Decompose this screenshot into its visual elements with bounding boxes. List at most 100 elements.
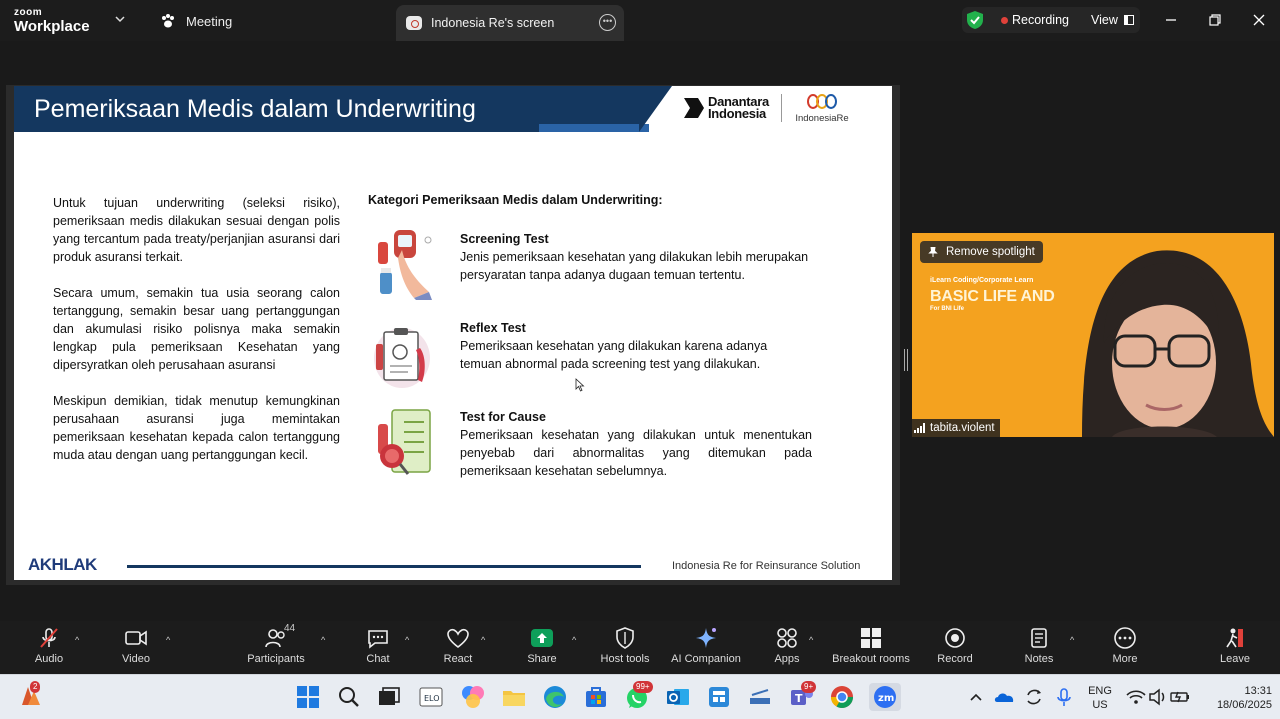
language-indicator[interactable]: ENG US [1082, 684, 1118, 712]
elo-app-icon[interactable]: ELO [417, 683, 445, 711]
share-button[interactable]: Share [502, 627, 582, 671]
video-button[interactable]: Video [96, 627, 176, 671]
notes-options-chevron-icon[interactable]: ^ [1070, 635, 1074, 645]
more-button[interactable]: More [1085, 627, 1165, 671]
video-bg-caption: For BNI Life [930, 306, 964, 312]
microphone-tray-icon[interactable] [1050, 683, 1078, 711]
apps-button[interactable]: Apps [747, 627, 827, 671]
share-options-chevron-icon[interactable]: ^ [572, 635, 576, 645]
leave-button[interactable]: Leave [1195, 627, 1275, 671]
teams-badge: 9+ [801, 681, 817, 693]
lab-analysis-icon [378, 409, 431, 475]
pin-icon [928, 247, 938, 257]
whatsapp-icon[interactable]: 99+ [623, 681, 653, 711]
apps-options-chevron-icon[interactable]: ^ [809, 635, 813, 645]
task-view-icon[interactable] [375, 683, 403, 711]
store-icon[interactable] [582, 683, 610, 711]
record-button[interactable]: Record [915, 627, 995, 671]
heart-icon [446, 627, 470, 649]
item-heading: Test for Cause [460, 410, 546, 424]
zoom-workplace-logo[interactable]: zoom Workplace [14, 8, 90, 35]
outlook-icon[interactable] [664, 683, 692, 711]
logo-left-line2: Indonesia [708, 106, 766, 121]
item-body: Pemeriksaan kesehatan yang dilakukan kar… [460, 339, 768, 371]
chat-button[interactable]: Chat [338, 627, 418, 671]
medical-report-icon [374, 328, 430, 388]
edge-browser-icon[interactable] [541, 683, 569, 711]
battery-icon[interactable] [1166, 683, 1194, 711]
remove-spotlight-button[interactable]: Remove spotlight [920, 241, 1043, 263]
file-explorer-icon[interactable] [500, 683, 528, 711]
svg-text:zm: zm [878, 693, 894, 704]
ai-companion-button[interactable]: AI Companion [666, 627, 746, 671]
intro-paragraph: Secara umum, semakin tua usia seorang ca… [53, 286, 340, 372]
notes-label: Notes [1024, 653, 1054, 665]
participants-options-chevron-icon[interactable]: ^ [321, 635, 325, 645]
recording-label[interactable]: Recording [1012, 13, 1069, 27]
more-icon [1113, 627, 1137, 649]
breakout-rooms-button[interactable]: Breakout rooms [831, 627, 911, 671]
meeting-status-bar: Recording View [962, 7, 1140, 33]
react-options-chevron-icon[interactable]: ^ [481, 635, 485, 645]
search-icon[interactable] [335, 683, 363, 711]
close-icon[interactable] [1249, 10, 1269, 30]
onedrive-icon[interactable] [991, 683, 1019, 711]
clock-date: 18/06/2025 [1216, 699, 1272, 711]
participants-icon: 44 [264, 623, 295, 649]
apps-icon [775, 627, 799, 649]
app-icon-pinned[interactable]: 2 [18, 681, 46, 711]
windows-start-icon[interactable] [294, 683, 322, 711]
minimize-icon[interactable] [1161, 10, 1181, 30]
shield-check-icon[interactable] [967, 11, 983, 29]
presentation-slide: Pemeriksaan Medis dalam Underwriting Dan… [14, 86, 892, 580]
mouse-pointer-icon [575, 378, 585, 392]
participants-count: 44 [284, 623, 296, 634]
participants-button[interactable]: 44 Participants [236, 623, 316, 671]
danantara-logo: Danantara Indonesia [684, 95, 769, 121]
panel-resize-handle[interactable] [904, 349, 908, 371]
intro-text: Untuk tujuan underwriting (seleksi risik… [53, 194, 340, 482]
participants-label: Participants [247, 653, 305, 665]
host-tools-button[interactable]: Host tools [585, 627, 665, 671]
leave-label: Leave [1220, 653, 1250, 665]
chat-options-chevron-icon[interactable]: ^ [405, 635, 409, 645]
chrome-icon[interactable] [828, 683, 856, 711]
teams-icon[interactable]: T 9+ [787, 681, 817, 711]
item-heading: Screening Test [460, 232, 549, 246]
windows-taskbar: 2 ELO 99+ T 9+ zm ENG US 13:31 18/06/202… [0, 674, 1280, 719]
tab-shared-screen[interactable]: Indonesia Re's screen ••• [396, 5, 624, 41]
record-label: Record [937, 653, 973, 665]
paw-icon [160, 13, 176, 29]
category-item-test-for-cause: Test for Cause Pemeriksaan kesehatan yan… [460, 408, 812, 480]
category-item-reflex: Reflex Test Pemeriksaan kesehatan yang d… [460, 319, 812, 373]
svg-text:T: T [795, 692, 803, 705]
brand-bottom: Workplace [14, 18, 90, 35]
copilot-icon[interactable] [459, 683, 487, 711]
notes-button[interactable]: Notes [999, 627, 1079, 671]
sync-icon[interactable] [1020, 683, 1048, 711]
chevron-up-icon[interactable] [962, 683, 990, 711]
recording-dot-icon [1001, 16, 1008, 24]
audio-button[interactable]: Audio [9, 627, 89, 671]
rings-icon [790, 94, 854, 110]
record-icon [943, 627, 967, 649]
tab-meeting[interactable]: Meeting [150, 4, 385, 38]
video-label: Video [122, 653, 150, 665]
scanner-app-icon[interactable] [746, 683, 774, 711]
calculator-app-icon[interactable] [705, 683, 733, 711]
audio-options-chevron-icon[interactable]: ^ [75, 635, 79, 645]
chevron-down-icon[interactable] [114, 13, 126, 25]
view-button[interactable]: View [1091, 13, 1134, 27]
leave-icon [1223, 627, 1247, 649]
participant-video-tile[interactable]: iLearn Coding/Corporate Learn BASIC LIFE… [912, 233, 1274, 437]
camera-icon [124, 627, 148, 649]
video-options-chevron-icon[interactable]: ^ [166, 635, 170, 645]
restore-icon[interactable] [1205, 10, 1225, 30]
audio-label: Audio [34, 653, 64, 665]
react-button[interactable]: React [418, 627, 498, 671]
more-options-icon[interactable]: ••• [599, 14, 616, 31]
zoom-taskbar-icon[interactable]: zm [869, 683, 901, 711]
host-shield-icon [613, 627, 637, 649]
clock[interactable]: 13:31 18/06/2025 [1200, 684, 1272, 712]
footer-logo-text: AKHLAK [28, 555, 97, 574]
